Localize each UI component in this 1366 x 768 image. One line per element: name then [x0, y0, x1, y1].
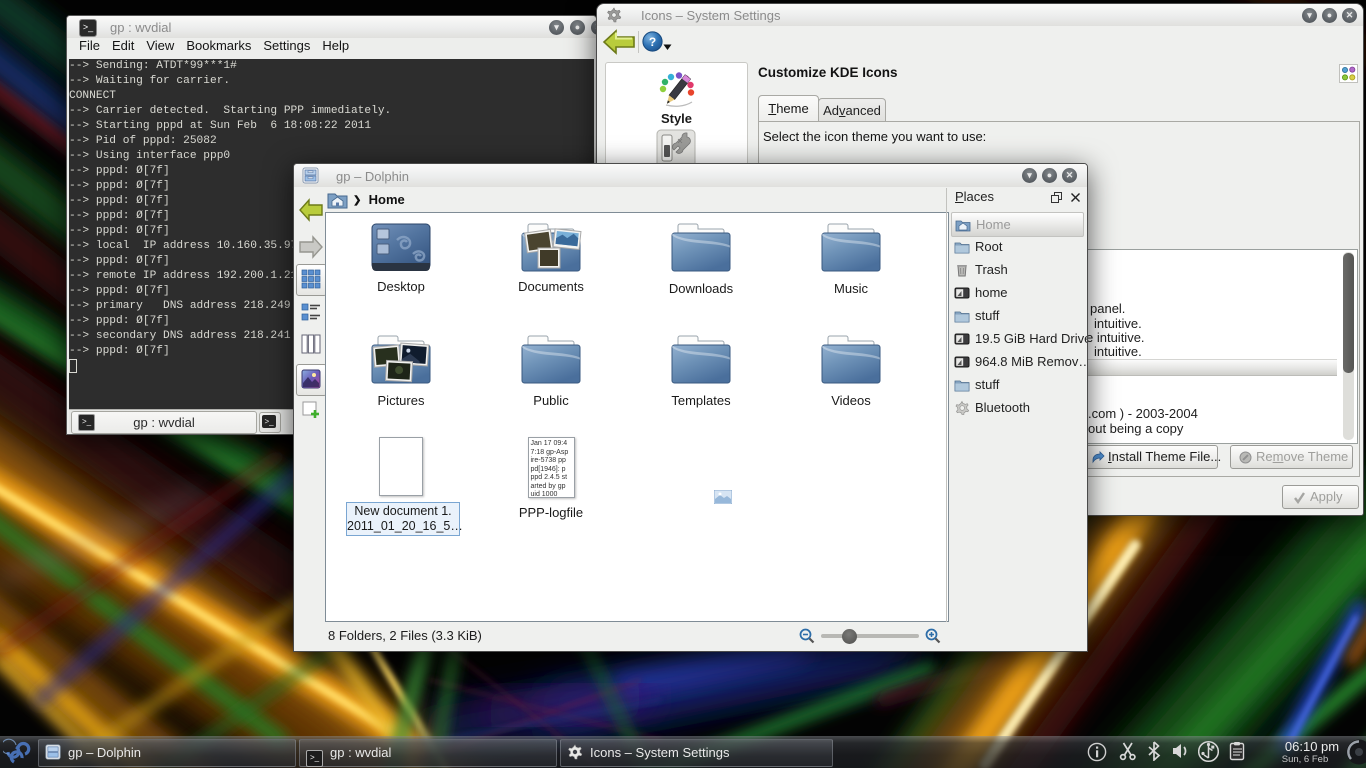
- svg-text:?: ?: [649, 35, 656, 49]
